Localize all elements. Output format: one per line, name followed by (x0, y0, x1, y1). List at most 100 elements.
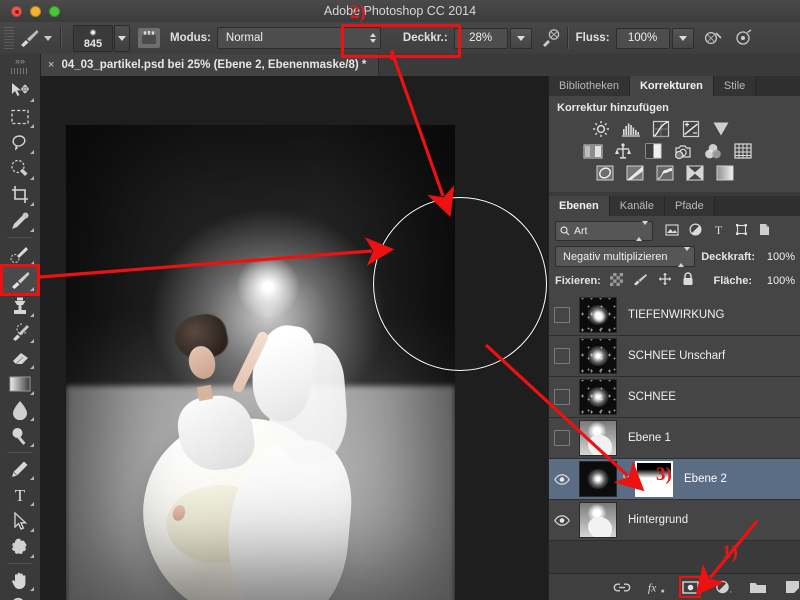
layer-row-hintergrund[interactable]: Hintergrund (549, 500, 800, 541)
opacity-field[interactable]: 28% (453, 27, 508, 49)
visibility-toggle[interactable] (549, 473, 575, 485)
spot-healing-brush-tool[interactable] (3, 241, 37, 267)
new-group-icon[interactable] (749, 578, 767, 596)
curves-icon[interactable] (651, 120, 671, 138)
brightness-contrast-icon[interactable] (591, 120, 611, 138)
layer-row-ebene-1[interactable]: Ebene 1 (549, 418, 800, 459)
opacity-chevron-down-icon[interactable] (509, 27, 532, 49)
pen-tool[interactable] (3, 456, 37, 482)
tab-pfade[interactable]: Pfade (665, 196, 715, 216)
layer-thumbnail[interactable] (579, 379, 617, 415)
layer-name[interactable]: Hintergrund (628, 514, 688, 526)
color-balance-icon[interactable] (613, 142, 633, 160)
selective-color-icon[interactable] (715, 164, 735, 182)
quick-selection-tool[interactable] (3, 156, 37, 182)
hand-tool[interactable] (3, 567, 37, 593)
layer-row-tiefenwirkung[interactable]: TIEFENWIRKUNG (549, 295, 800, 336)
tab-stile[interactable]: Stile (713, 76, 757, 96)
move-tool[interactable] (3, 78, 37, 104)
airbrush-icon[interactable] (702, 27, 724, 49)
rectangular-marquee-tool[interactable] (3, 104, 37, 130)
brush-icon[interactable] (17, 26, 41, 50)
lock-position-icon[interactable] (658, 272, 672, 289)
visibility-toggle[interactable] (549, 307, 575, 323)
shape-layer-filter-icon[interactable] (735, 223, 748, 239)
layer-name[interactable]: Ebene 2 (684, 473, 727, 485)
vibrance-icon[interactable] (711, 120, 731, 138)
tablet-pressure-size-icon[interactable] (732, 27, 754, 49)
hue-saturation-icon[interactable] (583, 142, 603, 160)
new-adjustment-layer-icon[interactable] (715, 578, 733, 596)
black-white-icon[interactable] (643, 142, 663, 160)
close-icon[interactable]: × (48, 59, 54, 71)
brush-panel-icon[interactable] (138, 28, 160, 48)
layer-name[interactable]: TIEFENWIRKUNG (628, 309, 724, 321)
flow-chevron-down-icon[interactable] (671, 27, 694, 49)
eraser-tool[interactable] (3, 345, 37, 371)
blur-tool[interactable] (3, 397, 37, 423)
layer-thumbnail[interactable] (579, 502, 617, 538)
flow-field[interactable]: 100% (615, 27, 670, 49)
brush-preset-chevron-down-icon[interactable] (41, 35, 55, 41)
color-lookup-icon[interactable] (733, 142, 753, 160)
layer-name[interactable]: SCHNEE (628, 391, 676, 403)
posterize-icon[interactable] (625, 164, 645, 182)
layer-blend-mode-select[interactable]: Negativ multiplizieren (555, 246, 696, 267)
brush-size-field[interactable]: 845 (73, 24, 113, 52)
gradient-map-icon[interactable] (685, 164, 705, 182)
layer-row-schnee[interactable]: SCHNEE (549, 377, 800, 418)
layer-thumbnail[interactable] (579, 420, 617, 456)
lock-transparency-icon[interactable] (609, 272, 623, 289)
pixel-layer-filter-icon[interactable] (665, 223, 679, 239)
channel-mixer-icon[interactable] (703, 142, 723, 160)
exposure-icon[interactable] (681, 120, 701, 138)
visibility-toggle[interactable] (549, 389, 575, 405)
invert-icon[interactable] (595, 164, 615, 182)
document-tab[interactable]: × 04_03_partikel.psd bei 25% (Ebene 2, E… (40, 54, 380, 76)
history-brush-tool[interactable] (3, 319, 37, 345)
dodge-tool[interactable] (3, 423, 37, 449)
layer-thumbnail[interactable] (579, 297, 617, 333)
path-selection-tool[interactable] (3, 508, 37, 534)
brush-tool[interactable] (0, 264, 40, 296)
adjustment-layer-filter-icon[interactable] (689, 223, 702, 239)
tab-ebenen[interactable]: Ebenen (549, 196, 610, 216)
layer-name[interactable]: SCHNEE Unscharf (628, 350, 725, 362)
lasso-tool[interactable] (3, 130, 37, 156)
new-layer-icon[interactable] (783, 578, 800, 596)
threshold-icon[interactable] (655, 164, 675, 182)
visibility-toggle[interactable] (549, 348, 575, 364)
tablet-pressure-opacity-icon[interactable] (540, 27, 562, 49)
layer-name[interactable]: Ebene 1 (628, 432, 671, 444)
lock-all-icon[interactable] (682, 272, 694, 289)
options-bar-grip[interactable] (4, 27, 14, 49)
tab-korrekturen[interactable]: Korrekturen (629, 76, 714, 96)
levels-icon[interactable] (621, 120, 641, 138)
smart-object-filter-icon[interactable] (758, 223, 771, 239)
visibility-toggle[interactable] (549, 430, 575, 446)
add-layer-mask-icon[interactable] (679, 576, 701, 598)
mask-link-icon[interactable] (619, 472, 633, 486)
tab-bibliotheken[interactable]: Bibliotheken (549, 76, 630, 96)
custom-shape-tool[interactable] (3, 534, 37, 560)
tools-panel-collapse-icon[interactable]: »» (0, 54, 40, 68)
layer-opacity-value[interactable]: 100% (761, 251, 795, 263)
link-layers-icon[interactable] (613, 578, 631, 596)
canvas-area[interactable] (40, 76, 548, 600)
layer-filter-select[interactable]: Art (555, 221, 653, 241)
visibility-toggle[interactable] (549, 514, 575, 526)
layer-thumbnail[interactable] (579, 461, 617, 497)
tab-kanaele[interactable]: Kanäle (609, 196, 665, 216)
zoom-tool[interactable] (3, 593, 37, 600)
gradient-tool[interactable] (3, 371, 37, 397)
document-image[interactable] (66, 125, 455, 600)
type-tool[interactable]: T (3, 482, 37, 508)
layer-row-ebene-2[interactable]: Ebene 2 (549, 459, 800, 500)
layer-row-schnee-unscharf[interactable]: SCHNEE Unscharf (549, 336, 800, 377)
crop-tool[interactable] (3, 182, 37, 208)
type-layer-filter-icon[interactable]: T (712, 223, 725, 239)
lock-image-icon[interactable] (633, 273, 648, 289)
eyedropper-tool[interactable] (3, 208, 37, 234)
layer-thumbnail[interactable] (579, 338, 617, 374)
photo-filter-icon[interactable] (673, 142, 693, 160)
